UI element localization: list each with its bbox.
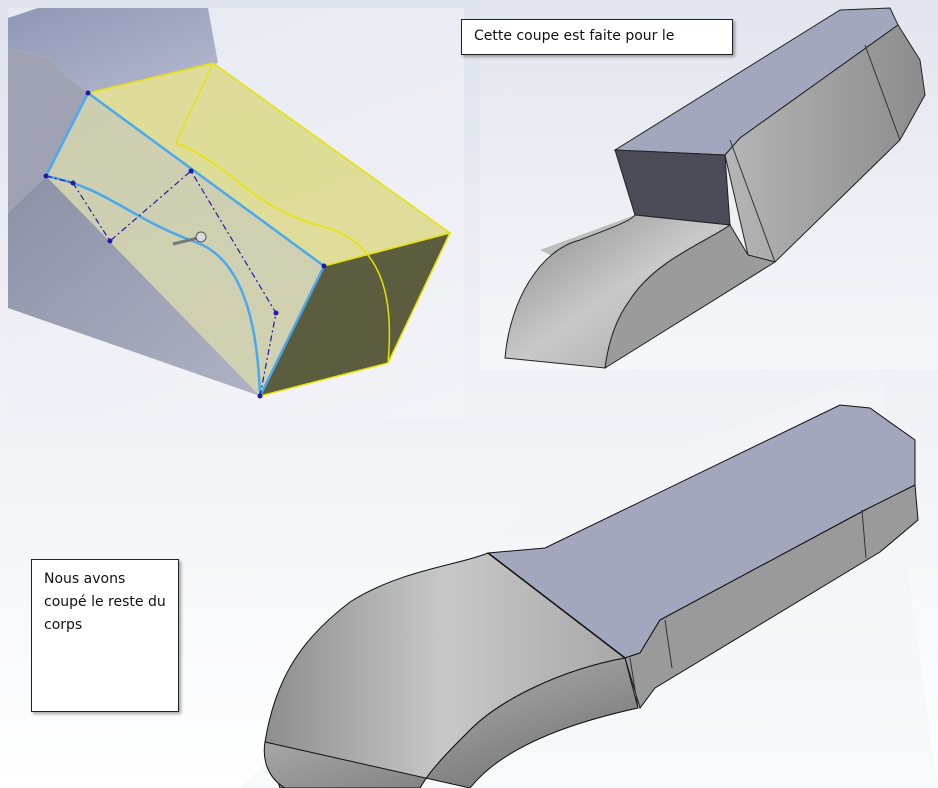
callout-top-note: Cette coupe est faite pour le: [461, 19, 733, 55]
cut-result-panel: [480, 0, 938, 370]
callout-top-text: Cette coupe est faite pour le: [474, 28, 675, 44]
callout-bottom-note: Nous avons coupé le reste du corps: [31, 559, 179, 712]
cut-result-view: [504, 7, 926, 369]
callout-bottom-text: Nous avons coupé le reste du corps: [44, 571, 166, 633]
sketch-preview-view: [8, 8, 452, 399]
sketch-preview-panel: [8, 8, 464, 420]
cut-face: [614, 149, 731, 226]
